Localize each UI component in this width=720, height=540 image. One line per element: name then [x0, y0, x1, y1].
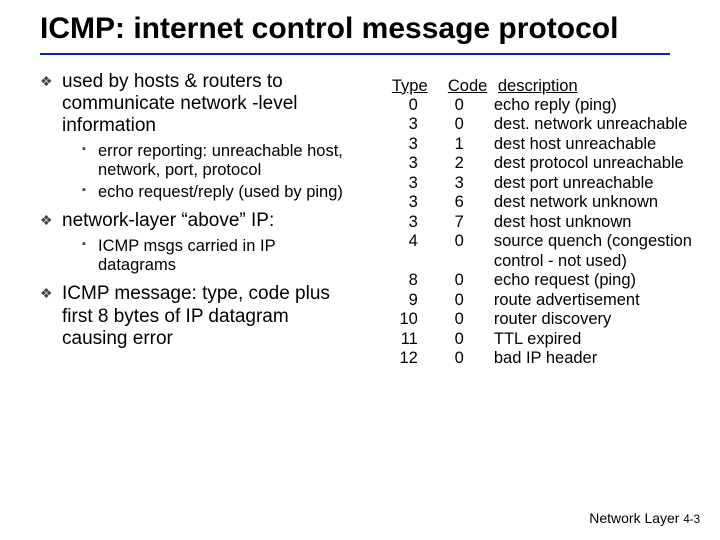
cell-desc: dest host unreachable	[478, 135, 656, 154]
left-column: used by hosts & routers to communicate n…	[40, 71, 356, 369]
list-item-text: error reporting: unreachable host, netwo…	[98, 142, 343, 179]
table-row: 90route advertisement	[374, 291, 692, 310]
cell-type: 9	[374, 291, 430, 310]
cell-type: 4	[374, 232, 430, 251]
table-row: 110 TTL expired	[374, 330, 692, 349]
cell-desc: router discovery	[478, 310, 611, 329]
cell-code: 0	[430, 96, 478, 115]
cell-type: 0	[374, 96, 430, 115]
list-item-text: ICMP msgs carried in IP datagrams	[98, 237, 275, 274]
cell-type	[374, 252, 430, 271]
list-item: ICMP message: type, code plus first 8 by…	[40, 283, 356, 350]
list-item: echo request/reply (used by ping)	[82, 183, 356, 202]
table-row: control - not used)	[374, 252, 692, 271]
cell-type: 3	[374, 135, 430, 154]
table-row: 36dest network unknown	[374, 193, 692, 212]
list-item-text: echo request/reply (used by ping)	[98, 183, 343, 201]
table-row: 31dest host unreachable	[374, 135, 692, 154]
list-item: error reporting: unreachable host, netwo…	[82, 142, 356, 181]
list-item: ICMP msgs carried in IP datagrams	[82, 237, 356, 276]
bullet-list-level2: error reporting: unreachable host, netwo…	[62, 142, 356, 202]
cell-desc: dest host unknown	[478, 213, 632, 232]
table-row: 30dest. network unreachable	[374, 115, 692, 134]
cell-desc: dest. network unreachable	[478, 115, 688, 134]
list-item: network-layer “above” IP: ICMP msgs carr…	[40, 210, 356, 275]
page-number: 4-3	[683, 514, 700, 526]
bullet-list-level1: used by hosts & routers to communicate n…	[40, 71, 356, 351]
cell-code: 0	[430, 291, 478, 310]
slide: ICMP: internet control message protocol …	[0, 0, 720, 540]
right-column: Type Code description 00echo reply (ping…	[374, 71, 692, 369]
list-item-text: network-layer “above” IP:	[62, 210, 274, 231]
table-row: 00echo reply (ping)	[374, 96, 692, 115]
cell-type: 3	[374, 115, 430, 134]
slide-body: used by hosts & routers to communicate n…	[40, 71, 692, 369]
cell-code: 1	[430, 135, 478, 154]
cell-desc: TTL expired	[478, 330, 581, 349]
cell-code: 3	[430, 174, 478, 193]
table-row: 37dest host unknown	[374, 213, 692, 232]
slide-title: ICMP: internet control message protocol	[40, 12, 692, 47]
header-code: Code	[448, 77, 498, 96]
header-desc: description	[498, 77, 578, 96]
list-item-text: ICMP message: type, code plus first 8 by…	[62, 283, 330, 349]
cell-type: 10	[374, 310, 430, 329]
list-item: used by hosts & routers to communicate n…	[40, 71, 356, 203]
cell-code: 0	[430, 232, 478, 251]
cell-desc: route advertisement	[478, 291, 640, 310]
cell-desc: source quench (congestion	[478, 232, 692, 251]
cell-type: 3	[374, 193, 430, 212]
cell-type: 3	[374, 213, 430, 232]
cell-code	[430, 252, 478, 271]
cell-desc: echo request (ping)	[478, 271, 636, 290]
cell-type: 3	[374, 154, 430, 173]
footer: Network Layer 4-3	[589, 510, 700, 526]
cell-code: 0	[430, 349, 478, 368]
cell-type: 11	[374, 330, 430, 349]
cell-desc: echo reply (ping)	[478, 96, 617, 115]
table-row: 32dest protocol unreachable	[374, 154, 692, 173]
bullet-list-level2: ICMP msgs carried in IP datagrams	[62, 237, 356, 276]
table-row: 100 router discovery	[374, 310, 692, 329]
cell-code: 6	[430, 193, 478, 212]
table-header: Type Code description	[374, 77, 692, 96]
title-underline	[40, 53, 670, 55]
cell-desc: dest protocol unreachable	[478, 154, 684, 173]
cell-desc: bad IP header	[478, 349, 597, 368]
cell-code: 0	[430, 115, 478, 134]
header-type: Type	[374, 77, 448, 96]
cell-type: 3	[374, 174, 430, 193]
cell-code: 0	[430, 330, 478, 349]
cell-type: 12	[374, 349, 430, 368]
list-item-text: used by hosts & routers to communicate n…	[62, 71, 297, 137]
footer-label: Network Layer	[589, 510, 679, 526]
table-row: 80echo request (ping)	[374, 271, 692, 290]
cell-desc: dest network unknown	[478, 193, 658, 212]
cell-code: 0	[430, 310, 478, 329]
cell-desc: control - not used)	[478, 252, 627, 271]
cell-desc: dest port unreachable	[478, 174, 654, 193]
table-row: 120 bad IP header	[374, 349, 692, 368]
cell-code: 0	[430, 271, 478, 290]
table-row: 33dest port unreachable	[374, 174, 692, 193]
cell-code: 2	[430, 154, 478, 173]
table-row: 40source quench (congestion	[374, 232, 692, 251]
cell-code: 7	[430, 213, 478, 232]
cell-type: 8	[374, 271, 430, 290]
